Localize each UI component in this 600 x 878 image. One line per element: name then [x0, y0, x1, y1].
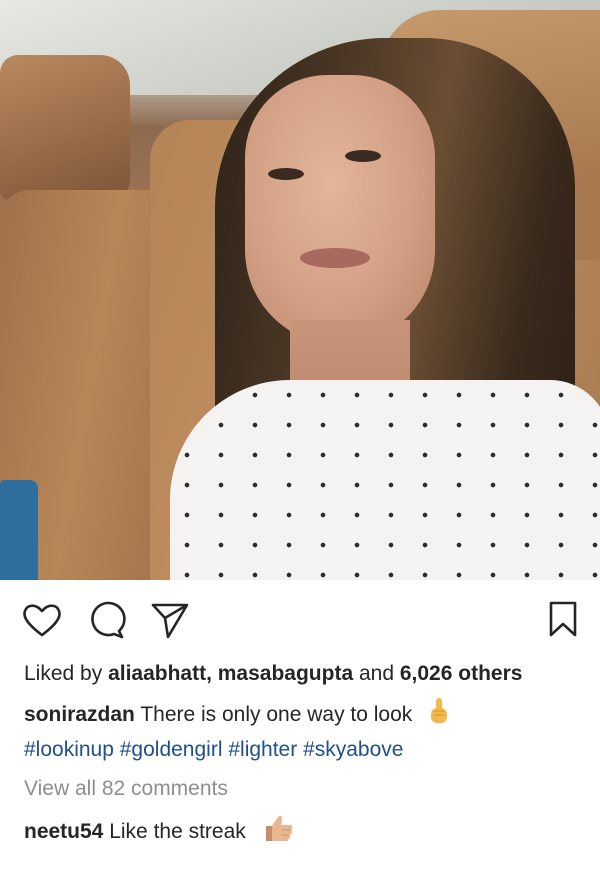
post-photo[interactable] — [0, 0, 600, 580]
left-eye — [268, 168, 304, 180]
caption-username[interactable]: sonirazdan — [24, 703, 135, 726]
face — [245, 75, 435, 345]
post-details: Liked by aliaabhatt, masabagupta and 6,0… — [0, 658, 600, 851]
bookmark-icon[interactable] — [548, 600, 578, 638]
comment-item: neetu54 Like the streak — [24, 814, 576, 851]
shirt — [170, 380, 600, 580]
front-headrest — [0, 55, 130, 200]
liked-by-prefix: Liked by — [24, 662, 109, 685]
share-icon[interactable] — [150, 600, 190, 640]
comment-icon[interactable] — [86, 600, 126, 640]
hashtag-goldengirl[interactable]: #goldengirl — [120, 738, 223, 761]
liked-by-others[interactable]: 6,026 others — [400, 662, 523, 685]
view-all-comments-link[interactable]: View all 82 comments — [24, 773, 576, 804]
pointing-up-emoji-icon — [428, 697, 450, 734]
blue-object — [0, 480, 38, 580]
caption: sonirazdan There is only one way to look… — [24, 697, 576, 765]
liked-by-users[interactable]: aliaabhatt, masabagupta — [108, 662, 353, 685]
likes-line[interactable]: Liked by aliaabhatt, masabagupta and 6,0… — [24, 658, 576, 689]
hashtag-lookinup[interactable]: #lookinup — [24, 738, 114, 761]
comment-text: Like the streak — [103, 820, 246, 844]
right-eye — [345, 150, 381, 162]
hashtag-skyabove[interactable]: #skyabove — [303, 738, 403, 761]
hashtag-lighter[interactable]: #lighter — [228, 738, 297, 761]
comment-username[interactable]: neetu54 — [24, 820, 103, 843]
action-bar — [0, 580, 600, 658]
liked-by-and: and — [353, 662, 400, 685]
thumbs-up-emoji-icon — [262, 814, 294, 851]
lips — [300, 248, 370, 268]
caption-text: There is only one way to look — [134, 703, 413, 727]
heart-icon[interactable] — [22, 602, 62, 638]
